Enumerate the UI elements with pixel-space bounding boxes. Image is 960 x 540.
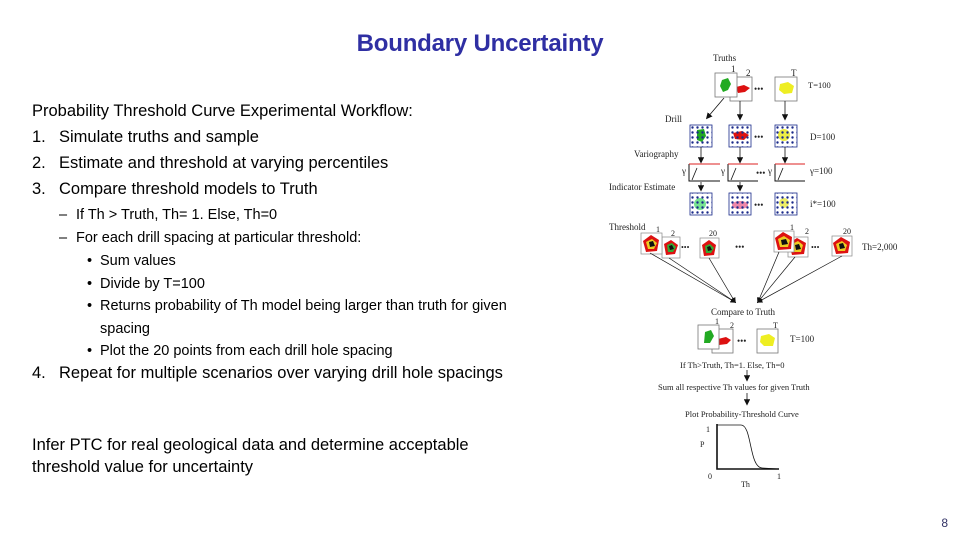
- drill-map-1: [689, 124, 713, 148]
- sub-sub-item-plot: • Plot the 20 points from each drill hole…: [87, 343, 393, 359]
- sub-item-rule: – If Th > Truth, Th= 1. Else, Th=0: [59, 207, 278, 223]
- drill-count: D=100: [810, 132, 836, 142]
- threshold-map-left-1: [640, 232, 663, 255]
- svg-text:•••: •••: [811, 243, 820, 252]
- indicator-map-T: [774, 192, 798, 216]
- gamma-count: γ=100: [809, 166, 833, 176]
- svg-text:•••: •••: [737, 336, 746, 346]
- sub-item-drill-spacing: – For each drill spacing at particular th…: [59, 230, 362, 246]
- truths-label: Truths: [713, 53, 737, 63]
- truth-index-2: 2: [746, 68, 751, 78]
- svg-text:1: 1: [790, 223, 794, 232]
- threshold-map-right-20: [831, 235, 853, 257]
- variography-label: Variography: [634, 149, 679, 159]
- workflow-heading: Probability Threshold Curve Experimental…: [32, 102, 413, 120]
- variogram-T: γ: [767, 163, 805, 182]
- indicator-map-1: [689, 192, 713, 216]
- ptc-x-tick-1: 1: [777, 472, 781, 481]
- step-2: 2. Estimate and threshold at varying perc…: [32, 154, 389, 172]
- svg-text:γ: γ: [720, 166, 725, 176]
- threshold-middle-ellipsis: •••: [735, 242, 744, 252]
- variogram-1: γ: [681, 163, 720, 182]
- workflow-text: Probability Threshold Curve Experimental…: [32, 98, 532, 363]
- svg-text:γ: γ: [681, 166, 686, 176]
- ptc-y-tick-1: 1: [706, 425, 710, 434]
- threshold-count: Th=2,000: [862, 242, 898, 252]
- drill-map-T: [774, 124, 798, 148]
- truth-ellipsis: •••: [754, 84, 763, 94]
- ptc-x-axis-label: Th: [741, 480, 750, 489]
- ptc-y-axis-label: P: [700, 440, 705, 449]
- truth-index-T: T: [791, 68, 797, 78]
- sub-sub-item-divide: • Divide by T=100: [87, 275, 205, 292]
- svg-text:1: 1: [656, 225, 660, 234]
- step-4: 4. Repeat for multiple scenarios over var…: [32, 364, 503, 382]
- indicator-ellipsis: •••: [754, 200, 763, 210]
- variogram-ellipsis: •••: [756, 168, 765, 178]
- compare-count: T=100: [790, 334, 815, 344]
- truth-index-1: 1: [731, 64, 736, 74]
- sub-sub-item-sum: • Sum values: [87, 253, 176, 269]
- compare-map-1: [697, 324, 720, 350]
- ptc-plot: 1 P 0 1 Th: [700, 424, 781, 489]
- svg-text:2: 2: [805, 227, 809, 236]
- compare-label: Compare to Truth: [711, 307, 776, 317]
- svg-text:20: 20: [709, 229, 717, 238]
- drill-map-2: [728, 124, 752, 148]
- truth-map-T: [774, 76, 798, 102]
- threshold-map-left-2: [661, 236, 681, 259]
- page-number: 8: [941, 516, 948, 530]
- step-1: 1. Simulate truths and sample: [32, 128, 259, 146]
- drill-ellipsis: •••: [754, 132, 763, 142]
- step-3: 3. Compare threshold models to Truth: [32, 180, 318, 198]
- threshold-map-right-1: [773, 230, 795, 253]
- plot-label: Plot Probability-Threshold Curve: [685, 409, 799, 419]
- threshold-label: Threshold: [609, 222, 646, 232]
- sub-sub-item-returns: • Returns probability of Th model being l…: [87, 298, 507, 337]
- svg-text:γ: γ: [767, 166, 772, 176]
- rule-label: If Th>Truth, Th=1. Else, Th=0: [680, 360, 785, 370]
- conclusion-text: Infer PTC for real geological data and d…: [32, 436, 469, 476]
- indicator-map-2: [728, 192, 752, 216]
- svg-text:2: 2: [671, 229, 675, 238]
- svg-text:20: 20: [843, 227, 851, 236]
- svg-text:•••: •••: [681, 243, 690, 252]
- indicator-label: Indicator Estimate: [609, 182, 675, 192]
- threshold-map-left-20: [699, 237, 720, 259]
- indicator-count: i*=100: [810, 199, 836, 209]
- variogram-2: γ: [720, 163, 758, 182]
- sum-label: Sum all respective Th values for given T…: [658, 382, 810, 392]
- compare-map-T: [756, 328, 779, 354]
- ptc-y-tick-0: 0: [708, 472, 712, 481]
- truth-count: T=100: [808, 80, 831, 90]
- workflow-diagram: Truths 1 2 T ••• T=100 Drill ••• D=100 V…: [609, 53, 898, 489]
- drill-label: Drill: [665, 114, 682, 124]
- truth-map-1: [714, 72, 738, 98]
